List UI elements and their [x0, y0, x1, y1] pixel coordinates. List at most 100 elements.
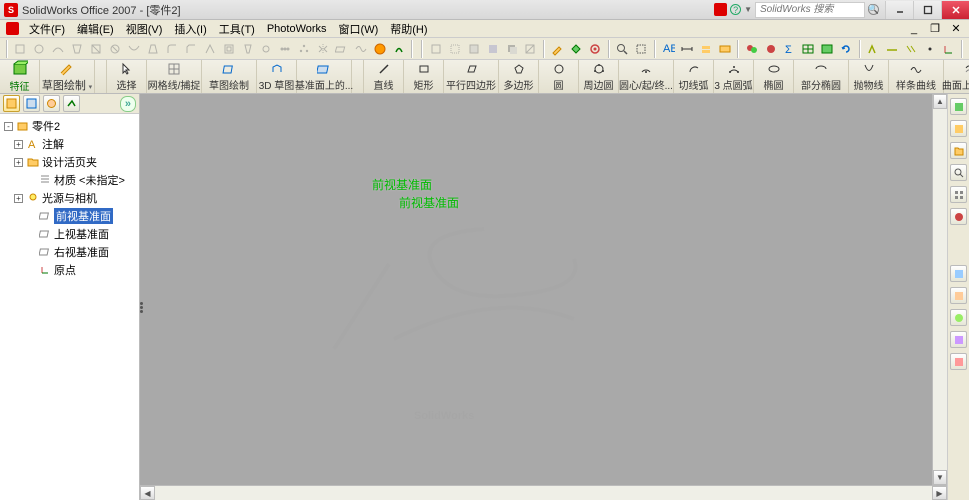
- view-wireframe-icon[interactable]: [427, 40, 444, 58]
- ribbon-surface-spline[interactable]: 曲面上的样...: [944, 60, 969, 93]
- scroll-down-button[interactable]: ▼: [933, 470, 947, 485]
- tool-shell-icon[interactable]: [220, 40, 237, 58]
- taskpane-item-icon[interactable]: [950, 353, 967, 370]
- menu-help[interactable]: 帮助(H): [384, 19, 433, 39]
- tree-lights-cameras[interactable]: + 光源与相机: [2, 189, 137, 207]
- dim-point-icon[interactable]: [921, 40, 938, 58]
- ribbon-tangentarc[interactable]: 切线弧: [674, 60, 714, 93]
- tool-revolve-icon[interactable]: [31, 40, 48, 58]
- tree-design-binder[interactable]: + 设计活页夹: [2, 153, 137, 171]
- taskpane-appearances-icon[interactable]: [950, 208, 967, 225]
- ribbon-spline[interactable]: 样条曲线: [889, 60, 944, 93]
- dim-origin-icon[interactable]: [940, 40, 957, 58]
- ribbon-grid[interactable]: 网格线/捕捉: [147, 60, 202, 93]
- ribbon-sketch2[interactable]: 草图绘制: [202, 60, 257, 93]
- maximize-button[interactable]: [913, 1, 941, 19]
- collapse-panel-button[interactable]: »: [120, 96, 136, 112]
- table-icon[interactable]: [800, 40, 817, 58]
- expander-icon[interactable]: +: [14, 194, 23, 203]
- dim-vert-icon[interactable]: [903, 40, 920, 58]
- ribbon-centerarc[interactable]: 圆心/起/终...: [619, 60, 674, 93]
- tool-draft-icon[interactable]: [239, 40, 256, 58]
- texture-icon[interactable]: [762, 40, 779, 58]
- taskpane-design-library-icon[interactable]: [950, 120, 967, 137]
- ribbon-parabola[interactable]: 抛物线: [849, 60, 889, 93]
- taskpane-item-icon[interactable]: [950, 265, 967, 282]
- taskpane-resources-icon[interactable]: [950, 98, 967, 115]
- search-input[interactable]: [755, 2, 865, 18]
- scroll-left-button[interactable]: ◀: [140, 486, 155, 500]
- tool-misc1-icon[interactable]: [372, 40, 389, 58]
- ribbon-planesketch[interactable]: 基准面上的...: [297, 60, 352, 93]
- ribbon-sketch[interactable]: 草图绘制 ▾: [40, 60, 95, 93]
- zoom-area-icon[interactable]: [633, 40, 650, 58]
- dim-smart-icon[interactable]: [865, 40, 882, 58]
- ribbon-partial-ellipse[interactable]: 部分椭圆: [794, 60, 849, 93]
- horizontal-scrollbar[interactable]: ◀ ▶: [140, 485, 947, 500]
- scroll-track[interactable]: [155, 486, 932, 500]
- menu-view[interactable]: 视图(V): [120, 19, 169, 39]
- taskpane-item-icon[interactable]: [950, 287, 967, 304]
- tree-top-plane[interactable]: 上视基准面: [2, 225, 137, 243]
- tool-refgeom-icon[interactable]: [334, 40, 351, 58]
- taskpane-item-icon[interactable]: [950, 331, 967, 348]
- sigma-icon[interactable]: Σ: [781, 40, 798, 58]
- ribbon-circle[interactable]: 圆: [539, 60, 579, 93]
- tool-cut-loft-icon[interactable]: [144, 40, 161, 58]
- view-section-icon[interactable]: [522, 40, 539, 58]
- edit-sketch-icon[interactable]: [549, 40, 566, 58]
- doc-restore-button[interactable]: ❐: [925, 22, 945, 36]
- menu-insert[interactable]: 插入(I): [168, 19, 212, 39]
- vertical-scrollbar[interactable]: ▲ ▼: [932, 94, 947, 485]
- tool-curve-icon[interactable]: [353, 40, 370, 58]
- expander-icon[interactable]: -: [4, 122, 13, 131]
- tab-property-manager[interactable]: [23, 95, 40, 112]
- menu-photoworks[interactable]: PhotoWorks: [261, 21, 333, 37]
- graphics-viewport[interactable]: 前视基准面 前视基准面 SolidWorks ▲ ▼ ◀ ▶: [140, 94, 947, 500]
- eqn-icon[interactable]: [819, 40, 836, 58]
- tree-origin[interactable]: 原点: [2, 261, 137, 279]
- scroll-track[interactable]: [933, 109, 947, 470]
- annot-abc-icon[interactable]: ABC: [660, 40, 677, 58]
- taskpane-item-icon[interactable]: [950, 309, 967, 326]
- ribbon-ellipse[interactable]: 椭圆: [754, 60, 794, 93]
- scroll-up-button[interactable]: ▲: [933, 94, 947, 109]
- tool-hole-icon[interactable]: [258, 40, 275, 58]
- tool-cut-sweep-icon[interactable]: [126, 40, 143, 58]
- ribbon-perimeter-circle[interactable]: 周边圆: [579, 60, 619, 93]
- tree-right-plane[interactable]: 右视基准面: [2, 243, 137, 261]
- ribbon-line[interactable]: 直线: [364, 60, 404, 93]
- view-shaded-edges-icon[interactable]: [465, 40, 482, 58]
- tool-misc2-icon[interactable]: [390, 40, 407, 58]
- tool-extrude-icon[interactable]: [12, 40, 29, 58]
- ribbon-3dsketch[interactable]: 3D 草图: [257, 60, 297, 93]
- panel-splitter[interactable]: [140, 297, 146, 317]
- ribbon-polygon[interactable]: 多边形: [499, 60, 539, 93]
- tool-pattern-linear-icon[interactable]: [277, 40, 294, 58]
- appearance-icon[interactable]: [743, 40, 760, 58]
- ribbon-grip[interactable]: [95, 60, 107, 93]
- menu-edit[interactable]: 编辑(E): [71, 19, 120, 39]
- tool-fillet-icon[interactable]: [163, 40, 180, 58]
- expander-icon[interactable]: +: [14, 140, 23, 149]
- ribbon-rect[interactable]: 矩形: [404, 60, 444, 93]
- annot-dim-icon[interactable]: [678, 40, 695, 58]
- annot-layer-icon[interactable]: [697, 40, 714, 58]
- rebuild-icon[interactable]: [568, 40, 585, 58]
- tree-material[interactable]: 材质 <未指定>: [2, 171, 137, 189]
- menu-file[interactable]: 文件(F): [23, 19, 71, 39]
- search-go-icon[interactable]: 🔍: [868, 4, 879, 15]
- tool-mirror-icon[interactable]: [315, 40, 332, 58]
- refresh-icon[interactable]: [838, 40, 855, 58]
- close-button[interactable]: [941, 1, 969, 19]
- doc-minimize-button[interactable]: _: [904, 22, 924, 36]
- tool-rib-icon[interactable]: [201, 40, 218, 58]
- taskpane-search-icon[interactable]: [950, 164, 967, 181]
- view-hidden-icon[interactable]: [446, 40, 463, 58]
- ribbon-3ptarc[interactable]: 3 点圆弧: [714, 60, 754, 93]
- options-icon[interactable]: [587, 40, 604, 58]
- ribbon-feature[interactable]: 特征: [0, 60, 40, 93]
- doc-close-button[interactable]: ✕: [946, 22, 966, 36]
- tool-cut-revolve-icon[interactable]: [107, 40, 124, 58]
- ribbon-parallelogram[interactable]: 平行四边形: [444, 60, 499, 93]
